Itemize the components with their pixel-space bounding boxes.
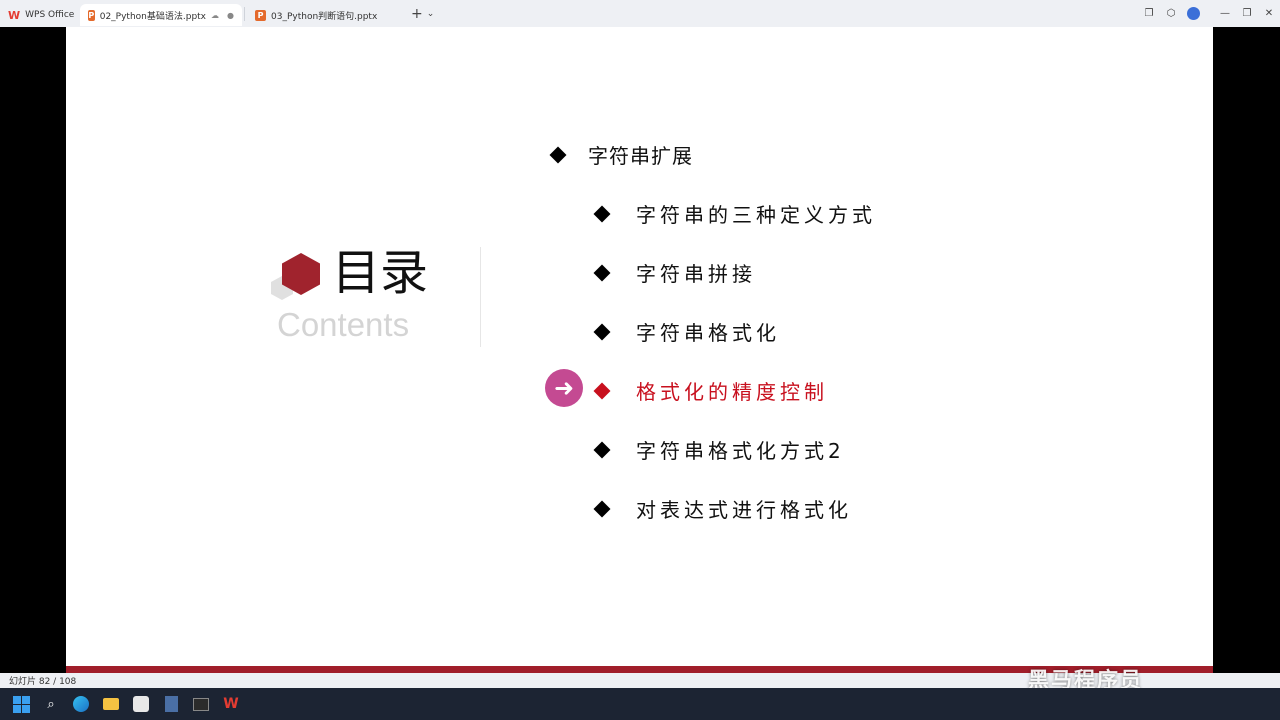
pptx-file-icon: P	[255, 9, 266, 21]
edge-browser-icon[interactable]	[72, 695, 90, 713]
tab-wps-home[interactable]: W WPS Office	[0, 4, 80, 26]
wps-logo-icon: W	[8, 8, 21, 22]
wps-taskbar-icon[interactable]: W	[222, 695, 240, 713]
restore-icon[interactable]: ❐	[1236, 0, 1258, 27]
slide-subtitle: Contents	[277, 306, 410, 343]
unsaved-dot-icon[interactable]: ●	[227, 11, 234, 20]
app-icon[interactable]	[132, 695, 150, 713]
pptx-file-icon: P	[88, 9, 95, 21]
terminal-icon[interactable]	[192, 695, 210, 713]
tab-document-active[interactable]: P 02_Python基础语法.pptx ☁ ●	[80, 4, 242, 26]
window-controls: ❐ ⬡ — ❐ ✕	[1138, 0, 1280, 27]
toc-item-format-precision-active: 格式化的精度控制	[593, 376, 828, 405]
slide-title: 目录	[332, 245, 429, 301]
title-bar: W WPS Office P 02_Python基础语法.pptx ☁ ● P …	[0, 0, 1280, 27]
cube-icon[interactable]: ⬡	[1160, 0, 1182, 27]
toc-item-label: 格式化的精度控制	[636, 380, 828, 404]
toc-item-string-concat: 字符串拼接	[593, 258, 756, 287]
tab-separator	[244, 6, 245, 21]
tab-label: 03_Python判断语句.pptx	[271, 11, 378, 22]
cloud-icon[interactable]: ☁	[211, 11, 219, 20]
windows-start-icon[interactable]	[12, 695, 30, 713]
window-layout-icon[interactable]: ❐	[1138, 0, 1160, 27]
tab-document[interactable]: P 03_Python判断语句.pptx	[247, 4, 401, 26]
diamond-bullet-icon	[593, 441, 611, 458]
current-section-arrow-icon: ➜	[545, 369, 583, 407]
new-tab-button[interactable]: +	[411, 6, 423, 22]
user-avatar-icon[interactable]	[1182, 0, 1204, 27]
taskbar: ⌕ W	[0, 688, 1280, 720]
tab-label: 02_Python基础语法.pptx	[99, 11, 207, 22]
slide-canvas[interactable]: 目录 Contents 字符串扩展 字符串的三种定义方式 字符串拼接 字符串格式…	[66, 27, 1213, 673]
slide-counter: 幻灯片 82 / 108	[9, 677, 77, 687]
toc-item-string-format-2: 字符串格式化方式2	[593, 435, 845, 464]
toc-item-string-extension: 字符串扩展	[549, 140, 693, 169]
tab-home-label: WPS Office	[25, 10, 75, 20]
toc-item-label: 字符串扩展	[588, 144, 693, 168]
diamond-bullet-icon	[549, 146, 567, 163]
diamond-bullet-icon	[593, 264, 611, 281]
diamond-bullet-icon	[593, 382, 611, 399]
diamond-bullet-icon	[593, 205, 611, 222]
toc-item-label: 对表达式进行格式化	[636, 498, 852, 522]
search-icon[interactable]: ⌕	[42, 695, 60, 713]
vertical-divider	[480, 247, 481, 347]
toc-item-label: 字符串拼接	[636, 262, 756, 286]
file-explorer-icon[interactable]	[102, 695, 120, 713]
minimize-icon[interactable]: —	[1214, 0, 1236, 27]
toc-item-label: 字符串格式化方式2	[636, 439, 845, 463]
tab-list-dropdown-icon[interactable]: ⌄	[427, 9, 435, 19]
diamond-bullet-icon	[593, 323, 611, 340]
calculator-icon[interactable]	[162, 695, 180, 713]
diamond-bullet-icon	[593, 500, 611, 517]
toc-item-string-format: 字符串格式化	[593, 317, 780, 346]
toc-item-string-definitions: 字符串的三种定义方式	[593, 199, 876, 228]
toc-item-label: 字符串的三种定义方式	[636, 203, 876, 227]
toc-item-label: 字符串格式化	[636, 321, 780, 345]
close-icon[interactable]: ✕	[1258, 0, 1280, 27]
toc-item-expression-format: 对表达式进行格式化	[593, 494, 852, 523]
